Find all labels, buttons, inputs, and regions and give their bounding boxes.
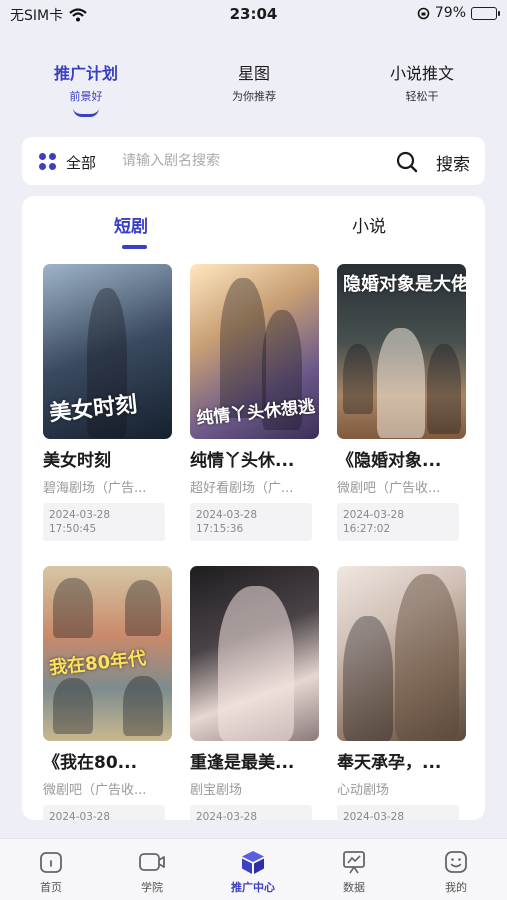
drama-source: 超好看剧场（广... xyxy=(190,481,294,496)
publish-datetime: 2024-03-28 17:15:36 xyxy=(190,503,312,541)
tab-title: 小说推文 xyxy=(389,64,454,83)
drama-card[interactable]: 我在80年代 《我在80... 微剧吧（广告收... 2024-03-28 xyxy=(43,566,173,820)
status-bar: 无SIM卡 23:04 79% xyxy=(0,0,507,30)
video-icon xyxy=(139,853,165,871)
bottom-tab-promotion-center[interactable]: 推广中心 xyxy=(213,849,293,895)
drama-source: 剧宝剧场 xyxy=(190,783,243,798)
drama-card[interactable]: 奉天承孕，... 心动剧场 2024-03-28 xyxy=(337,566,467,820)
tab-subtitle: 前景好 xyxy=(69,90,103,103)
publish-date: 2024-03-28 xyxy=(343,509,405,521)
publish-date: 2024-03-28 xyxy=(343,811,405,820)
tab-label: 数据 xyxy=(343,881,365,894)
tab-title: 推广计划 xyxy=(53,64,118,83)
tab-subtitle: 轻松干 xyxy=(405,90,439,103)
bottom-tab-bar: 首页 学院 推广中心 数据 我的 xyxy=(0,838,507,900)
bottom-tab-data[interactable]: 数据 xyxy=(314,849,394,895)
drama-card[interactable]: 美女时刻 美女时刻 碧海剧场（广告... 2024-03-28 17:50:45 xyxy=(43,264,173,541)
drama-poster xyxy=(190,566,319,741)
face-icon xyxy=(445,851,467,873)
bottom-tab-mine[interactable]: 我的 xyxy=(416,849,496,895)
category-grid-icon[interactable] xyxy=(39,153,57,171)
tab-promotion-plan[interactable]: 推广计划 前景好 xyxy=(11,60,161,117)
battery-icon xyxy=(471,6,500,20)
search-icon[interactable] xyxy=(396,151,418,173)
publish-date: 2024-03-28 xyxy=(196,811,258,820)
drama-poster: 隐婚对象是大佬 xyxy=(337,264,466,439)
status-right: 79% xyxy=(417,5,500,21)
drama-source: 微剧吧（广告收... xyxy=(337,481,441,496)
publish-date: 2024-03-28 xyxy=(49,509,111,521)
drama-title: 《隐婚对象... xyxy=(337,451,442,471)
drama-source: 心动剧场 xyxy=(337,783,390,798)
search-button[interactable]: 搜索 xyxy=(436,150,470,175)
publish-datetime: 2024-03-28 16:27:02 xyxy=(337,503,459,541)
drama-title: 《我在80... xyxy=(43,753,138,773)
category-selector[interactable]: 全部 xyxy=(66,152,96,173)
content-card: 短剧 小说 美女时刻 美女时刻 碧海剧场（广告... 2024-03-28 17… xyxy=(22,196,485,820)
tab-label: 学院 xyxy=(141,881,163,894)
top-tabs: 推广计划 前景好 星图 为你推荐 小说推文 轻松干 xyxy=(0,60,507,120)
tab-title: 星图 xyxy=(237,64,270,83)
drama-source: 微剧吧（广告收... xyxy=(43,783,147,798)
publish-datetime: 2024-03-28 xyxy=(190,805,312,820)
active-tab-indicator xyxy=(73,108,99,117)
bottom-tab-academy[interactable]: 学院 xyxy=(112,849,192,895)
search-bar: 全部 搜索 xyxy=(22,137,485,185)
publish-time: 17:50:45 xyxy=(49,523,97,535)
publish-datetime: 2024-03-28 17:50:45 xyxy=(43,503,165,541)
publish-datetime: 2024-03-28 xyxy=(43,805,165,820)
content-tab-indicator xyxy=(122,245,147,249)
drama-poster xyxy=(337,566,466,741)
tab-label: 首页 xyxy=(40,881,62,894)
tab-label: 推广中心 xyxy=(231,881,275,894)
drama-card[interactable]: 隐婚对象是大佬 《隐婚对象... 微剧吧（广告收... 2024-03-28 1… xyxy=(337,264,467,541)
drama-poster: 我在80年代 xyxy=(43,566,172,741)
home-icon xyxy=(40,852,62,873)
chart-board-icon xyxy=(343,851,365,874)
tab-novel-promo[interactable]: 小说推文 轻松干 xyxy=(347,60,497,104)
tab-label: 我的 xyxy=(445,881,467,894)
drama-title: 奉天承孕，... xyxy=(337,753,442,773)
drama-title: 重逢是最美... xyxy=(190,753,295,773)
publish-date: 2024-03-28 xyxy=(49,811,111,820)
publish-datetime: 2024-03-28 xyxy=(337,805,459,820)
cube-icon xyxy=(242,851,264,874)
tab-star-map[interactable]: 星图 为你推荐 xyxy=(179,60,329,104)
tab-short-drama[interactable]: 短剧 xyxy=(114,212,148,237)
drama-poster: 纯情丫头休想逃 xyxy=(190,264,319,439)
publish-date: 2024-03-28 xyxy=(196,509,258,521)
drama-card[interactable]: 重逢是最美... 剧宝剧场 2024-03-28 xyxy=(190,566,320,820)
drama-poster: 美女时刻 xyxy=(43,264,172,439)
drama-card[interactable]: 纯情丫头休想逃 纯情丫头休... 超好看剧场（广... 2024-03-28 1… xyxy=(190,264,320,541)
publish-time: 16:27:02 xyxy=(343,523,391,535)
poster-title: 我在80年代 xyxy=(48,647,148,680)
drama-title: 纯情丫头休... xyxy=(190,451,295,471)
poster-title: 隐婚对象是大佬 xyxy=(343,274,466,295)
tab-novel[interactable]: 小说 xyxy=(352,212,386,237)
tab-subtitle: 为你推荐 xyxy=(232,90,276,103)
orientation-lock-icon xyxy=(417,7,430,19)
publish-time: 17:15:36 xyxy=(196,523,244,535)
drama-title: 美女时刻 xyxy=(43,451,111,471)
battery-percent: 79% xyxy=(434,5,466,21)
search-input[interactable] xyxy=(122,147,392,175)
drama-source: 碧海剧场（广告... xyxy=(43,481,147,496)
bottom-tab-home[interactable]: 首页 xyxy=(11,849,91,895)
